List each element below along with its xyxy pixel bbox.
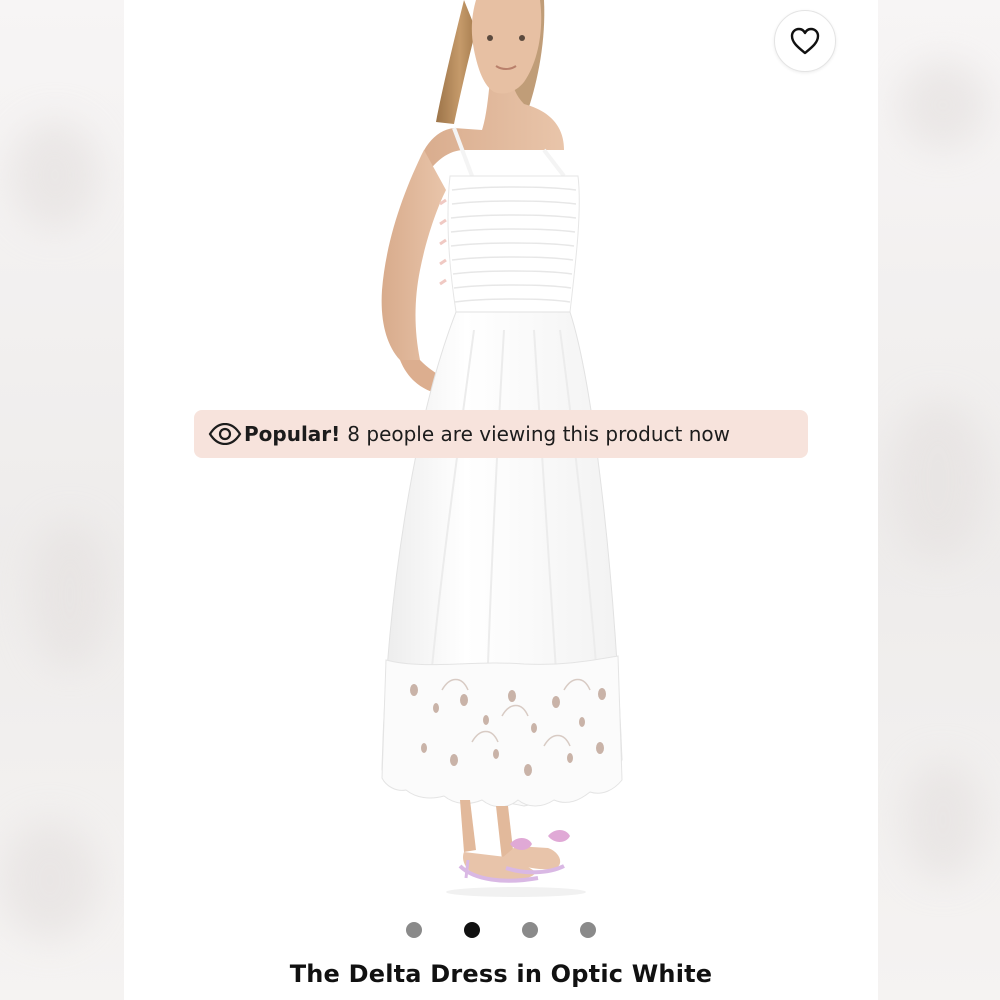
favorite-button[interactable] — [774, 10, 836, 72]
right-blurred-gutter — [878, 0, 1000, 1000]
left-blurred-gutter — [0, 0, 124, 1000]
product-card: Popular! 8 people are viewing this produ… — [124, 0, 878, 1000]
carousel-indicator — [124, 922, 878, 938]
carousel-dot-3[interactable] — [522, 922, 538, 938]
carousel-dot-4[interactable] — [580, 922, 596, 938]
popular-label: Popular! — [244, 422, 341, 446]
viewers-text: 8 people are viewing this product now — [347, 422, 730, 446]
popularity-banner: Popular! 8 people are viewing this produ… — [194, 410, 808, 458]
heart-icon — [790, 27, 820, 55]
carousel-dot-2[interactable] — [464, 922, 480, 938]
carousel-dot-1[interactable] — [406, 922, 422, 938]
product-title: The Delta Dress in Optic White — [289, 960, 713, 988]
eye-icon — [208, 423, 242, 445]
page: Popular! 8 people are viewing this produ… — [0, 0, 1000, 1000]
